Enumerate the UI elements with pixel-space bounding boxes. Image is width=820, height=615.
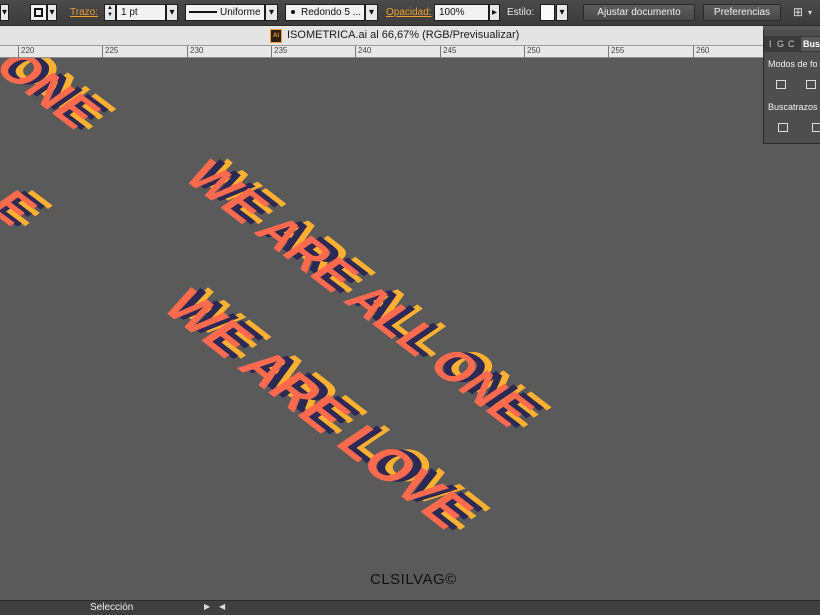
minus-front-icon[interactable] <box>806 80 816 89</box>
ruler-tick: 255 <box>608 46 624 58</box>
ai-file-icon: Ai <box>270 29 282 43</box>
panel-tab-pathfinder[interactable]: Busc <box>801 37 820 51</box>
stroke-label[interactable]: Trazo: <box>70 4 98 21</box>
adjust-document-button[interactable]: Ajustar documento <box>583 4 695 21</box>
panel-tab-3[interactable]: C <box>788 37 795 51</box>
pathfinders-label: Buscatrazos <box>768 102 818 112</box>
unite-icon[interactable] <box>776 80 786 89</box>
style-swatch[interactable] <box>540 4 555 21</box>
scroll-left-icon[interactable]: ◀ <box>219 602 225 611</box>
ruler-tick: 230 <box>187 46 203 58</box>
fill-dropdown-arrow[interactable]: ▾ <box>0 4 9 21</box>
opacity-label[interactable]: Opacidad: <box>386 4 432 21</box>
lettering-fragment-e: E E E <box>0 182 63 234</box>
stroke-swatch-arrow[interactable]: ▾ <box>47 4 57 21</box>
document-title: ISOMETRICA.ai al 66,67% (RGB/Previsualiz… <box>287 29 520 41</box>
control-bar: ▾ ▾ Trazo: ▲ ▼ 1 pt ▾ Uniforme ▾ Redondo … <box>0 0 820 26</box>
opacity-arrow[interactable]: ▸ <box>489 4 500 21</box>
stroke-swatch[interactable] <box>30 4 47 21</box>
stroke-weight-input[interactable]: 1 pt <box>116 4 166 21</box>
horizontal-ruler[interactable]: 220 225 230 235 240 245 250 255 260 <box>0 46 763 58</box>
stroke-weight-dropdown[interactable]: ▾ <box>166 4 178 21</box>
panel-tab-1[interactable]: I <box>769 37 772 51</box>
trim-icon[interactable] <box>812 123 820 132</box>
style-arrow[interactable]: ▾ <box>556 4 568 21</box>
ruler-tick: 225 <box>102 46 118 58</box>
ruler-tick: 220 <box>18 46 34 58</box>
stroke-profile-arrow[interactable]: ▾ <box>265 4 278 21</box>
shape-modes-label: Modos de fo <box>768 59 818 69</box>
ruler-tick: 240 <box>355 46 371 58</box>
status-bar: Selección ▶ ◀ <box>0 600 820 615</box>
ruler-tick: 260 <box>693 46 709 58</box>
ruler-tick: 250 <box>524 46 540 58</box>
artwork: WE ARE ALL ONE WE ARE ALL ONE WE ARE ALL… <box>0 58 562 588</box>
artboard-canvas[interactable]: WE ARE ALL ONE WE ARE ALL ONE WE ARE ALL… <box>0 58 820 600</box>
arrange-icon[interactable]: ⊞ <box>790 4 806 21</box>
lettering-fragment-one: ONE ONE ONE <box>0 58 127 138</box>
panel-tab-2[interactable]: G <box>777 37 784 51</box>
brush-dot-icon <box>291 10 295 15</box>
style-label: Estilo: <box>507 7 535 18</box>
brush-arrow[interactable]: ▾ <box>365 4 378 21</box>
document-tab[interactable]: Ai ISOMETRICA.ai al 66,67% (RGB/Previsua… <box>0 26 763 46</box>
preferences-button[interactable]: Preferencias <box>703 4 781 21</box>
panel-tabs: I G C Busc <box>764 36 820 52</box>
more-arrow-icon[interactable]: ▾ <box>808 4 818 21</box>
stroke-profile-select[interactable]: Uniforme <box>185 4 265 21</box>
pathfinder-panel: I G C Busc Modos de fo Buscatrazos <box>763 30 820 144</box>
current-tool-label[interactable]: Selección <box>90 602 133 613</box>
stroke-weight-stepper[interactable]: ▲ ▼ <box>104 4 116 21</box>
stroke-profile-icon <box>189 11 217 14</box>
divide-icon[interactable] <box>778 123 788 132</box>
stroke-profile-label: Uniforme <box>220 7 261 18</box>
opacity-input[interactable]: 100% <box>434 4 489 21</box>
artist-signature: CLSILVAG© <box>370 571 457 588</box>
ruler-tick: 235 <box>271 46 287 58</box>
play-icon[interactable]: ▶ <box>204 602 210 611</box>
brush-select[interactable]: Redondo 5 ... <box>285 4 365 21</box>
stroke-swatch-icon <box>34 8 43 17</box>
brush-label: Redondo 5 ... <box>301 7 362 18</box>
ruler-tick: 245 <box>440 46 456 58</box>
